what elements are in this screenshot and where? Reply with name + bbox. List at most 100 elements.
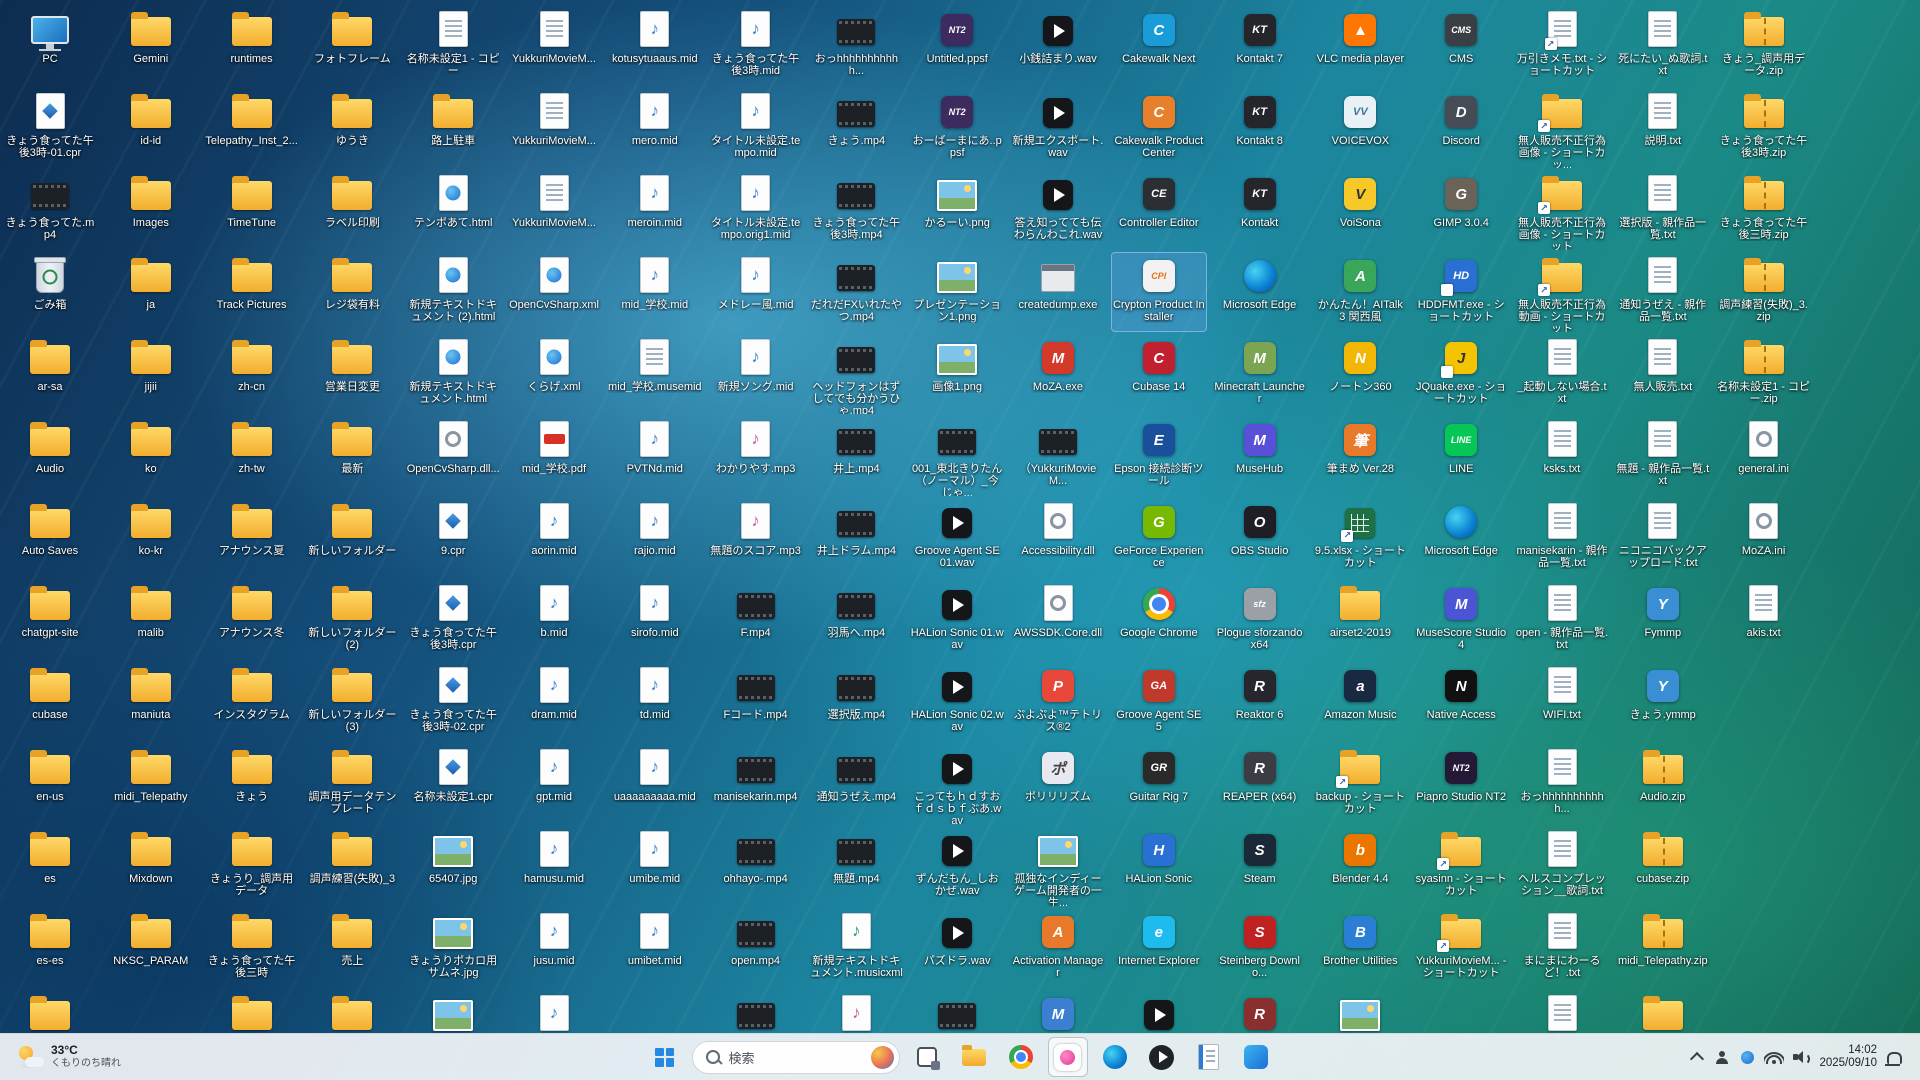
desktop-icon[interactable]: midi_Telepathy.zip xyxy=(1615,908,1711,988)
desktop-icon[interactable]: 新規ソング.mid xyxy=(708,334,804,414)
desktop-icon[interactable]: 新しいフォルダー xyxy=(304,498,400,578)
desktop-icon[interactable]: NNative Access xyxy=(1413,662,1509,742)
desktop-icon[interactable]: manisekarin - 親作品一覧.txt xyxy=(1514,498,1610,578)
desktop-icon[interactable]: 画像1.png xyxy=(909,334,1005,414)
desktop-icon[interactable]: タイトル未設定.tempo.orig1.mid xyxy=(708,170,804,250)
start-button[interactable] xyxy=(645,1037,685,1077)
desktop-icon[interactable]: 通知うぜえ.mp4 xyxy=(808,744,904,824)
edge-button[interactable] xyxy=(1095,1037,1135,1077)
desktop-icon[interactable]: ohhayo-.mp4 xyxy=(708,826,804,906)
desktop-icon[interactable]: KTKontakt 7 xyxy=(1212,6,1308,86)
desktop-icon[interactable]: CEController Editor xyxy=(1111,170,1207,250)
desktop-icon[interactable]: 調声練習(失敗)_3 xyxy=(304,826,400,906)
desktop-icon[interactable]: mid_学校.pdf xyxy=(506,416,602,496)
desktop-icon[interactable]: eInternet Explorer xyxy=(1111,908,1207,988)
desktop-icon[interactable]: manisekarin.mp4 xyxy=(708,744,804,824)
desktop-icon[interactable]: Pぷよぷよ™テトリス®2 xyxy=(1010,662,1106,742)
desktop-icon[interactable]: airset2-2019 xyxy=(1312,580,1408,660)
desktop-icon[interactable]: LINELINE xyxy=(1413,416,1509,496)
desktop-icon[interactable]: aorin.mid xyxy=(506,498,602,578)
desktop-icon[interactable]: open.mp4 xyxy=(708,908,804,988)
desktop-icon[interactable]: フォトフレーム xyxy=(304,6,400,86)
desktop-icon[interactable]: わかりやす.mp3 xyxy=(708,416,804,496)
desktop-icon[interactable]: OOBS Studio xyxy=(1212,498,1308,578)
desktop-icon[interactable]: Audio xyxy=(2,416,98,496)
desktop-icon[interactable]: 筆筆まめ Ver.28 xyxy=(1312,416,1408,496)
desktop-icon[interactable]: 新しいフォルダー (3) xyxy=(304,662,400,742)
desktop-icon[interactable]: CCakewalk Product Center xyxy=(1111,88,1207,168)
desktop-icon[interactable]: id-id xyxy=(103,88,199,168)
clock[interactable]: 14:02 2025/09/10 xyxy=(1819,1044,1877,1070)
desktop-icon[interactable]: ごみ箱 xyxy=(2,252,98,332)
show-desktop-button[interactable] xyxy=(1911,1040,1916,1074)
desktop-icon[interactable]: ↗9.5.xlsx - ショートカット xyxy=(1312,498,1408,578)
desktop-icon[interactable]: ↗無人販売不正行為動画 - ショートカット xyxy=(1514,252,1610,332)
chrome-button[interactable] xyxy=(1001,1037,1041,1077)
desktop-icon[interactable]: 孤独なインディーゲーム開発者の一生... xyxy=(1010,826,1106,906)
desktop-icon[interactable]: 無人販売.txt xyxy=(1615,334,1711,414)
desktop-icon[interactable]: HALion Sonic 02.wav xyxy=(909,662,1005,742)
desktop-icon[interactable]: きょう.mp4 xyxy=(808,88,904,168)
desktop-icon[interactable]: 新規テキストドキュメント (2).html xyxy=(405,252,501,332)
desktop-icon[interactable]: RREAPER (x64) xyxy=(1212,744,1308,824)
desktop-icon[interactable]: 無題.mp4 xyxy=(808,826,904,906)
desktop-icon[interactable]: PVTNd.mid xyxy=(607,416,703,496)
desktop-icon[interactable]: dram.mid xyxy=(506,662,602,742)
tray-user-button[interactable] xyxy=(1714,1042,1730,1072)
desktop-icon[interactable]: 小銭詰まり.wav xyxy=(1010,6,1106,86)
desktop-icon[interactable]: Auto Saves xyxy=(2,498,98,578)
desktop-icon[interactable]: ヘルスコンプレッション__歌詞.txt xyxy=(1514,826,1610,906)
desktop-icon[interactable]: 名称未設定1 - コピー.zip xyxy=(1716,334,1812,414)
desktop-icon[interactable]: general.ini xyxy=(1716,416,1812,496)
desktop-icon[interactable]: ko-kr xyxy=(103,498,199,578)
desktop-icon[interactable]: BBrother Utilities xyxy=(1312,908,1408,988)
desktop-icon[interactable]: 新規テキストドキュメント.html xyxy=(405,334,501,414)
desktop-icon[interactable]: OpenCvSharp.dll... xyxy=(405,416,501,496)
desktop-icon[interactable]: jusu.mid xyxy=(506,908,602,988)
search-box[interactable]: 検索 xyxy=(692,1041,900,1074)
desktop-icon[interactable]: MMinecraft Launcher xyxy=(1212,334,1308,414)
media-player-button[interactable] xyxy=(1142,1037,1182,1077)
desktop-icon[interactable]: （YukkuriMovieM... xyxy=(1010,416,1106,496)
desktop-icon[interactable]: Microsoft Edge xyxy=(1413,498,1509,578)
desktop-icon[interactable]: Mixdown xyxy=(103,826,199,906)
desktop-icon[interactable]: zh-tw xyxy=(204,416,300,496)
desktop-icon[interactable]: きょうり_調声用データ xyxy=(204,826,300,906)
desktop-icon[interactable]: Aかんたん！AITalk 3 関西風 xyxy=(1312,252,1408,332)
desktop-icon[interactable]: プレゼンテーション1.png xyxy=(909,252,1005,332)
desktop-icon[interactable]: きょう食ってた午後三時.zip xyxy=(1716,170,1812,250)
desktop-icon[interactable]: 営業日変更 xyxy=(304,334,400,414)
desktop-icon[interactable]: きょう食ってた午後3時.mid xyxy=(708,6,804,86)
desktop-icon[interactable]: ↗YukkuriMovieM... - ショートカット xyxy=(1413,908,1509,988)
tray-app-button[interactable] xyxy=(1739,1042,1755,1072)
desktop-icon[interactable]: F.mp4 xyxy=(708,580,804,660)
desktop-icon[interactable]: Google Chrome xyxy=(1111,580,1207,660)
desktop-icon[interactable]: open - 親作品一覧.txt xyxy=(1514,580,1610,660)
desktop-icon[interactable]: 調声用データテンプレート xyxy=(304,744,400,824)
desktop-icon[interactable]: jijii xyxy=(103,334,199,414)
desktop-icon[interactable]: 新しいフォルダー (2) xyxy=(304,580,400,660)
desktop-icon[interactable]: mid_学校.musemid xyxy=(607,334,703,414)
desktop-icon[interactable]: 新規テキストドキュメント.musicxml xyxy=(808,908,904,988)
desktop-icon[interactable]: b.mid xyxy=(506,580,602,660)
desktop-icon[interactable]: 9.cpr xyxy=(405,498,501,578)
desktop-icon[interactable]: Telepathy_Inst_2... xyxy=(204,88,300,168)
desktop-icon[interactable]: RReaktor 6 xyxy=(1212,662,1308,742)
desktop-icon[interactable]: sirofo.mid xyxy=(607,580,703,660)
desktop-icon[interactable]: GAGroove Agent SE 5 xyxy=(1111,662,1207,742)
desktop-icon[interactable]: NT2おーばーまにあ..ppsf xyxy=(909,88,1005,168)
desktop-icon[interactable]: きょう食ってた午後3時-02.cpr xyxy=(405,662,501,742)
desktop-icon[interactable]: アナウンス冬 xyxy=(204,580,300,660)
desktop-icon[interactable]: Gemini xyxy=(103,6,199,86)
desktop-icon[interactable]: NKSC_PARAM xyxy=(103,908,199,988)
desktop-icon[interactable]: es-es xyxy=(2,908,98,988)
desktop-icon[interactable]: ずんだもん_しおかぜ.wav xyxy=(909,826,1005,906)
desktop-icon[interactable]: 名称未設定1 - コピー xyxy=(405,6,501,86)
desktop-icon[interactable]: Fコード.mp4 xyxy=(708,662,804,742)
desktop-icon[interactable]: CMSCMS xyxy=(1413,6,1509,86)
desktop-icon[interactable]: インスタグラム xyxy=(204,662,300,742)
desktop-icon[interactable]: maniuta xyxy=(103,662,199,742)
desktop-icon[interactable]: malib xyxy=(103,580,199,660)
widgets-weather-button[interactable]: 33°C くもりのち晴れ xyxy=(10,1041,129,1073)
desktop-icon[interactable]: aAmazon Music xyxy=(1312,662,1408,742)
